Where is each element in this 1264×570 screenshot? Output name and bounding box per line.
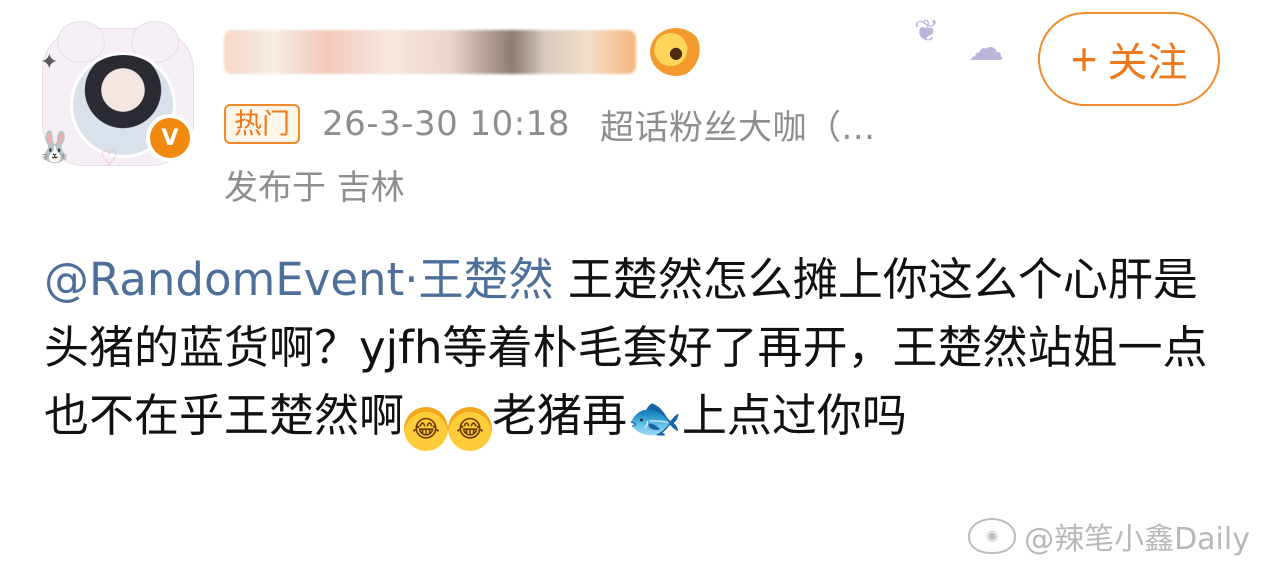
cloud-decor-icon: ☁ bbox=[968, 28, 1004, 69]
plus-icon: + bbox=[1070, 33, 1098, 85]
content-text-2: 老猪再 bbox=[492, 389, 628, 442]
hot-tag[interactable]: 热门 bbox=[224, 104, 301, 144]
post-location: 发布于 吉林 bbox=[224, 168, 405, 208]
weibo-logo-icon: ◉ bbox=[968, 518, 1017, 554]
mention-link[interactable]: @RandomEvent·王楚然 bbox=[44, 253, 554, 306]
fish-emoji-icon: 🐟 bbox=[627, 393, 682, 444]
username-blurred[interactable] bbox=[224, 30, 636, 74]
bunny-ear-left-icon bbox=[57, 21, 105, 63]
laughing-tears-emoji-icon: 😂 bbox=[404, 407, 449, 451]
post-time: 26-3-30 10:18 bbox=[322, 104, 571, 144]
avatar[interactable]: ✦ 🐰 ♡ V bbox=[34, 14, 204, 170]
laughing-tears-emoji-icon: 😂 bbox=[448, 407, 493, 451]
sparkle-icon: ✦ bbox=[40, 50, 59, 75]
follow-button[interactable]: + 关注 bbox=[1038, 12, 1220, 106]
bunny-icon: 🐰 bbox=[36, 130, 74, 165]
post-content: @RandomEvent·王楚然 王楚然怎么摊上你这么个心肝是头猪的蓝货啊？yj… bbox=[44, 246, 1234, 453]
butterfly-decor-icon: ❦ bbox=[914, 14, 940, 49]
follow-label: 关注 bbox=[1107, 41, 1188, 85]
post-header: ✦ 🐰 ♡ V ● ❦ ☁ + 关注 热门 26-3-30 10:18 超话粉丝… bbox=[0, 0, 1264, 215]
watermark-text: @辣笔小鑫Daily bbox=[1024, 522, 1250, 557]
post-source[interactable]: 超话粉丝大咖（... bbox=[600, 100, 875, 149]
content-text-3: 上点过你吗 bbox=[681, 389, 907, 442]
verified-v-icon: V bbox=[146, 114, 194, 162]
fish-badge-icon: ● bbox=[650, 28, 702, 76]
post-meta: 热门 26-3-30 10:18 超话粉丝大咖（... bbox=[224, 104, 875, 148]
heart-icon: ♡ bbox=[100, 146, 118, 170]
watermark: ◉ @辣笔小鑫Daily bbox=[968, 514, 1250, 558]
